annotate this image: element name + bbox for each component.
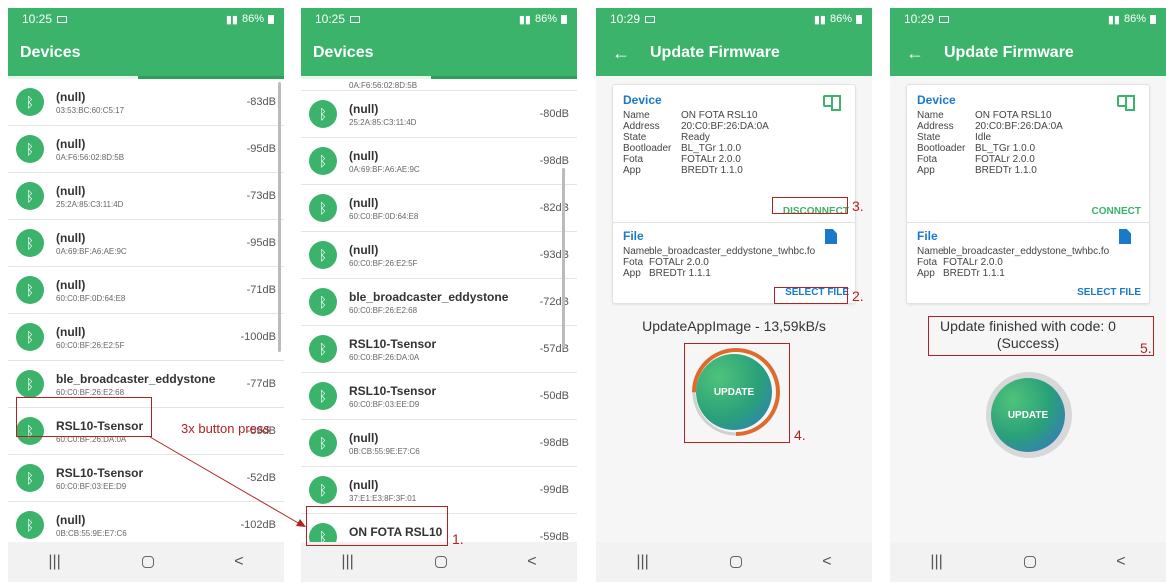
annotation-step-4: 4. xyxy=(794,427,806,443)
highlight-disconnect xyxy=(772,197,848,214)
annotation-step-3: 3. xyxy=(852,198,864,214)
annotation-step-1: 1. xyxy=(452,531,464,547)
highlight-on-fota-rsl10 xyxy=(306,506,448,546)
annotation-arrow xyxy=(149,436,306,527)
highlight-update-button xyxy=(684,343,790,443)
highlight-update-status xyxy=(928,316,1154,356)
annotation-step-5: 5. xyxy=(1140,340,1152,356)
highlight-select-file xyxy=(774,287,848,304)
annotation-step-2: 2. xyxy=(852,288,864,304)
